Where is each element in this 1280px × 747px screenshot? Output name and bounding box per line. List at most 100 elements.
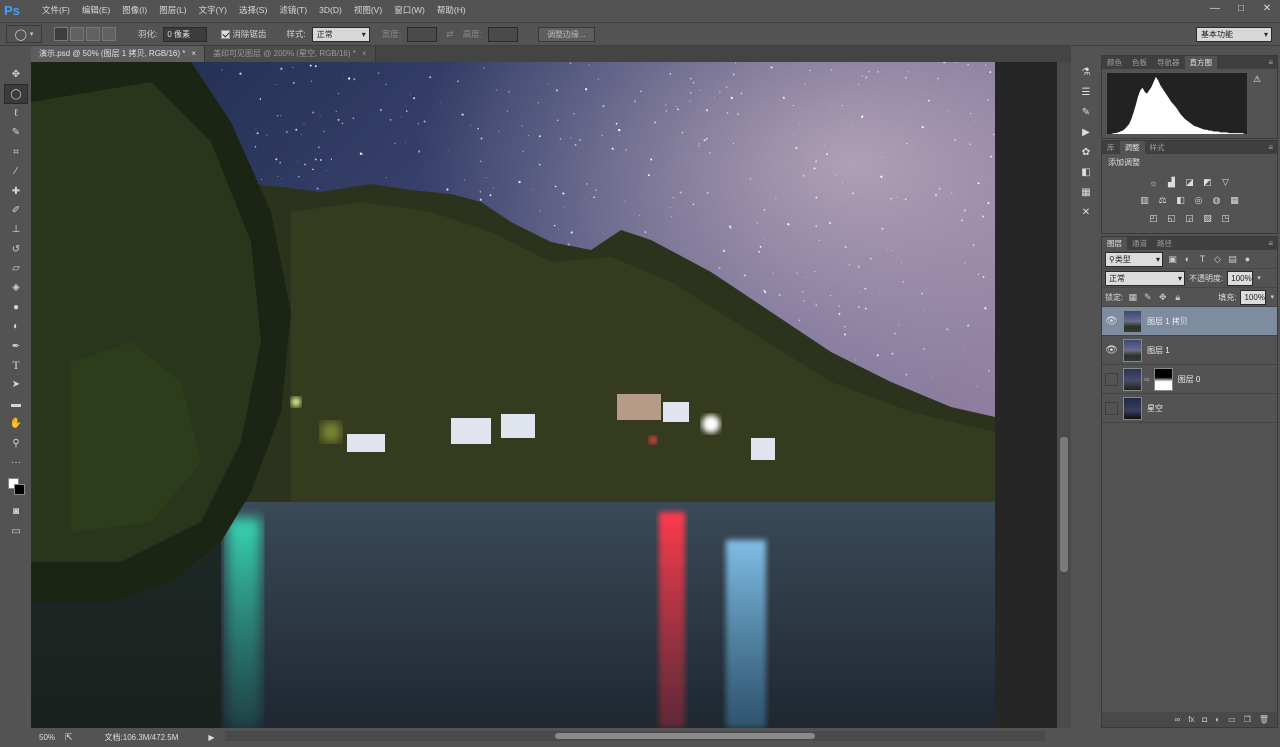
tool-preset-picker[interactable]: ◯ ▾ — [6, 25, 42, 43]
tools-panel-icon[interactable]: ✕ — [1074, 202, 1098, 222]
shape-filter-icon[interactable]: ◇ — [1212, 254, 1223, 265]
document-canvas[interactable] — [31, 62, 995, 728]
vertical-scroll-thumb[interactable] — [1060, 437, 1068, 572]
type-filter-icon[interactable]: T — [1197, 254, 1208, 265]
type-tool-icon[interactable]: T — [4, 356, 28, 375]
menu-item[interactable]: 编辑(E) — [76, 0, 116, 20]
menu-item[interactable]: 图层(L) — [153, 0, 192, 20]
photo-filter-icon[interactable]: ◎ — [1192, 194, 1205, 207]
pen-tool-icon[interactable]: ✒ — [4, 336, 28, 355]
actions-panel-icon[interactable]: ☰ — [1074, 82, 1098, 102]
canvas-area[interactable] — [31, 62, 1071, 728]
lock-transparency-icon[interactable]: ▦ — [1127, 292, 1138, 303]
history-panel-icon[interactable]: ⚗ — [1074, 62, 1098, 82]
export-icon[interactable]: ⇱ — [65, 732, 73, 743]
maximize-button[interactable]: □ — [1228, 0, 1254, 18]
panel-tab[interactable]: 色板 — [1127, 56, 1152, 69]
menu-item[interactable]: 视图(V) — [348, 0, 388, 20]
panel-tab[interactable]: 直方图 — [1184, 56, 1217, 69]
delete-layer-icon[interactable]: 🗑︎ — [1259, 715, 1269, 724]
elliptical-marquee-tool-icon[interactable]: ◯ — [4, 84, 28, 104]
add-mask-icon[interactable]: ◘ — [1202, 715, 1207, 724]
menu-item[interactable]: 滤镜(T) — [273, 0, 313, 20]
warning-icon[interactable]: ⚠ — [1253, 74, 1261, 85]
paint-bucket-tool-icon[interactable]: ◈ — [4, 278, 28, 297]
new-layer-icon[interactable]: ❐ — [1244, 715, 1251, 724]
channel-mixer-icon[interactable]: ◍ — [1210, 194, 1223, 207]
move-tool-icon[interactable]: ✥ — [4, 65, 28, 84]
vertical-scrollbar[interactable] — [1057, 62, 1071, 728]
link-icon[interactable]: ∞ — [1144, 375, 1150, 384]
new-group-icon[interactable]: ▭ — [1228, 715, 1236, 724]
more-tools-icon[interactable]: ··· — [4, 453, 28, 472]
quick-selection-tool-icon[interactable]: ✎ — [4, 123, 28, 142]
document-tab[interactable]: 盖印可见图层 @ 200% (星空, RGB/16) * × — [205, 46, 376, 62]
chevron-down-icon[interactable]: ▾ — [1257, 274, 1261, 282]
menu-item[interactable]: 文件(F) — [36, 0, 76, 20]
zoom-level[interactable]: 50% — [31, 731, 65, 744]
document-tab-active[interactable]: 演示.psd @ 50% (图层 1 拷贝, RGB/16) * × — [31, 46, 206, 62]
adjustment-filter-icon[interactable]: ◐ — [1182, 254, 1193, 265]
lasso-tool-icon[interactable]: ℓ — [4, 104, 28, 123]
panel-menu-icon[interactable]: ≡ — [1268, 237, 1273, 250]
zoom-tool-icon[interactable]: ⚲ — [4, 433, 28, 452]
eye-icon[interactable]: 👁︎ — [1102, 316, 1121, 327]
eyedropper-tool-icon[interactable]: ⁄ — [4, 162, 28, 181]
new-adjustment-icon[interactable]: ◐ — [1215, 715, 1220, 724]
path-selection-tool-icon[interactable]: ➤ — [4, 375, 28, 394]
exposure-icon[interactable]: ◩ — [1201, 176, 1214, 189]
fill-input[interactable]: 100% — [1240, 289, 1267, 305]
subtract-selection-icon[interactable] — [86, 27, 100, 41]
rectangle-tool-icon[interactable]: ▬ — [4, 395, 28, 414]
pixel-filter-icon[interactable]: ▣ — [1167, 254, 1178, 265]
panel-tab[interactable]: 样式 — [1145, 141, 1170, 154]
dodge-tool-icon[interactable]: ◐ — [4, 317, 28, 336]
clone-stamp-tool-icon[interactable]: ⊥ — [4, 220, 28, 239]
screen-mode-icon[interactable]: ▭ — [4, 522, 28, 541]
chevron-down-icon[interactable]: ▾ — [1270, 293, 1274, 301]
vibrance-icon[interactable]: ▽ — [1219, 176, 1232, 189]
posterize-icon[interactable]: ◱ — [1165, 212, 1178, 225]
color-balance-icon[interactable]: ⚖ — [1156, 194, 1169, 207]
hand-tool-icon[interactable]: ✋ — [4, 414, 28, 433]
horizontal-scrollbar[interactable] — [225, 731, 1045, 741]
panel-tab[interactable]: 导航器 — [1152, 56, 1185, 69]
gradient-map-icon[interactable]: ▧ — [1201, 212, 1214, 225]
horizontal-scroll-thumb[interactable] — [555, 733, 815, 739]
threshold-icon[interactable]: ◲ — [1183, 212, 1196, 225]
hue-saturation-icon[interactable]: ▥ — [1138, 194, 1151, 207]
layer-row[interactable]: 👁︎ ∞ 图层 0 — [1102, 365, 1277, 394]
info-panel-icon[interactable]: ▦ — [1074, 182, 1098, 202]
brightness-icon[interactable]: ☼ — [1147, 176, 1160, 189]
workspace-select[interactable]: 基本功能 ▾ — [1196, 27, 1272, 42]
lock-position-icon[interactable]: ✥ — [1157, 292, 1168, 303]
menu-item[interactable]: 文字(Y) — [193, 0, 233, 20]
properties-panel-icon[interactable]: ◧ — [1074, 162, 1098, 182]
panel-tab[interactable]: 颜色 — [1102, 56, 1127, 69]
panel-tab[interactable]: 调整 — [1119, 141, 1145, 154]
antialias-checkbox[interactable]: 消除锯齿 — [221, 28, 266, 40]
layer-style-icon[interactable]: fx — [1188, 715, 1194, 724]
layer-row[interactable]: 👁︎ 星空 — [1102, 394, 1277, 423]
refine-edge-button[interactable]: 调整边缘... — [538, 26, 595, 42]
crop-tool-icon[interactable]: ⌗ — [4, 143, 28, 162]
intersect-selection-icon[interactable] — [102, 27, 116, 41]
layer-row[interactable]: 👁︎ 图层 1 — [1102, 336, 1277, 365]
quick-mask-icon[interactable]: ◙ — [4, 502, 28, 521]
color-lookup-icon[interactable]: ▦ — [1228, 194, 1241, 207]
eye-icon[interactable]: 👁︎ — [1102, 345, 1121, 356]
curves-icon[interactable]: ◪ — [1183, 176, 1196, 189]
close-icon[interactable]: × — [362, 49, 367, 58]
eye-icon[interactable]: 👁︎ — [1105, 372, 1118, 386]
close-button[interactable]: ✕ — [1254, 0, 1280, 18]
blur-tool-icon[interactable]: ● — [4, 298, 28, 317]
swap-dimensions-icon[interactable]: ⇄ — [446, 29, 454, 40]
lock-all-icon[interactable]: 🔒︎ — [1172, 292, 1183, 303]
eraser-tool-icon[interactable]: ▱ — [4, 259, 28, 278]
height-input[interactable] — [488, 26, 519, 42]
menu-item[interactable]: 选择(S) — [233, 0, 273, 20]
play-icon[interactable]: ▶ — [208, 733, 214, 742]
selective-color-icon[interactable]: ◳ — [1219, 212, 1232, 225]
healing-brush-tool-icon[interactable]: ✚ — [4, 181, 28, 200]
background-color-swatch[interactable] — [14, 484, 25, 496]
